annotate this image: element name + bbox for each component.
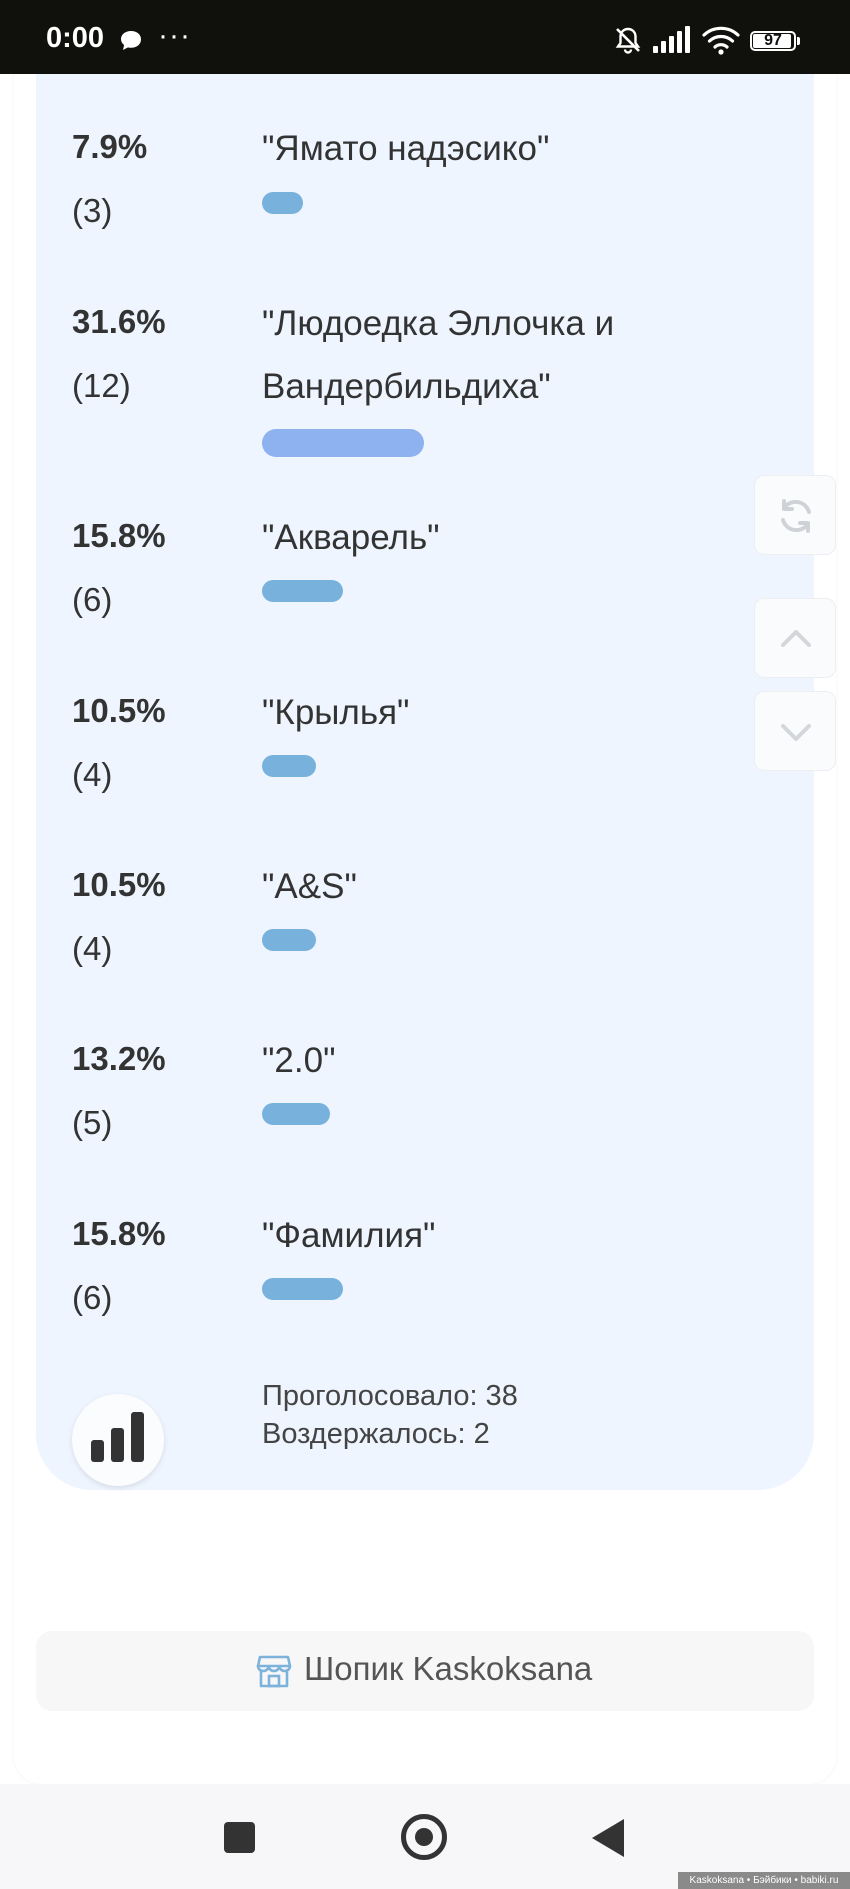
option-label: "A&S" (262, 867, 357, 906)
option-label: "Крылья" (262, 693, 410, 732)
wifi-icon (702, 25, 740, 60)
option-vote-count: (3) (72, 192, 113, 229)
storefront-icon (256, 1653, 292, 1694)
option-label: "Фамилия" (262, 1216, 436, 1255)
option-percent: 15.8% (72, 1215, 166, 1252)
more-notifications-icon: ··· (158, 19, 191, 52)
option-percent: 13.2% (72, 1040, 166, 1077)
option-result-bar (262, 755, 316, 777)
option-label: "Людоедка Эллочка и Вандербильдиха" (262, 304, 615, 406)
abstained-count: Воздержалось: 2 (262, 1418, 490, 1450)
refresh-button[interactable] (754, 475, 836, 555)
status-time: 0:00 (46, 22, 105, 54)
option-percent: 10.5% (72, 692, 166, 729)
recent-apps-button[interactable] (224, 1822, 255, 1853)
option-percent: 7.9% (72, 128, 148, 165)
signal-bars-icon (652, 26, 692, 59)
home-button[interactable] (401, 1814, 447, 1860)
option-vote-count: (12) (72, 367, 131, 404)
option-vote-count: (5) (72, 1104, 113, 1141)
chat-bubble-icon (119, 30, 143, 56)
option-label: "Ямато надэсико" (262, 129, 550, 168)
option-percent: 31.6% (72, 303, 166, 340)
option-result-bar (262, 429, 424, 457)
option-percent: 15.8% (72, 517, 166, 554)
scroll-down-button[interactable] (754, 691, 836, 771)
option-result-bar (262, 929, 316, 951)
scroll-up-button[interactable] (754, 598, 836, 678)
option-result-bar (262, 192, 303, 214)
bar-chart-icon[interactable] (72, 1394, 164, 1486)
bell-off-icon (613, 25, 643, 60)
option-label: "Акварель" (262, 518, 440, 557)
option-vote-count: (4) (72, 756, 113, 793)
shop-link-label: Шопик Kaskoksana (304, 1650, 593, 1687)
status-bar: 0:00 ··· 97 (0, 0, 850, 74)
shop-link[interactable]: Шопик Kaskoksana (36, 1631, 814, 1711)
watermark: Kaskoksana • Бэйбики • babiki.ru (678, 1872, 850, 1889)
option-percent: 10.5% (72, 866, 166, 903)
battery-indicator: 97 (750, 31, 800, 53)
option-result-bar (262, 1103, 330, 1125)
battery-level: 97 (764, 32, 782, 49)
option-vote-count: (6) (72, 581, 113, 618)
option-result-bar (262, 1278, 343, 1300)
voted-count: Проголосовало: 38 (262, 1380, 518, 1412)
option-label: "2.0" (262, 1041, 336, 1080)
option-vote-count: (4) (72, 930, 113, 967)
back-button[interactable] (592, 1819, 624, 1857)
option-result-bar (262, 580, 343, 602)
poll-results-card (36, 74, 814, 1490)
option-vote-count: (6) (72, 1279, 113, 1316)
